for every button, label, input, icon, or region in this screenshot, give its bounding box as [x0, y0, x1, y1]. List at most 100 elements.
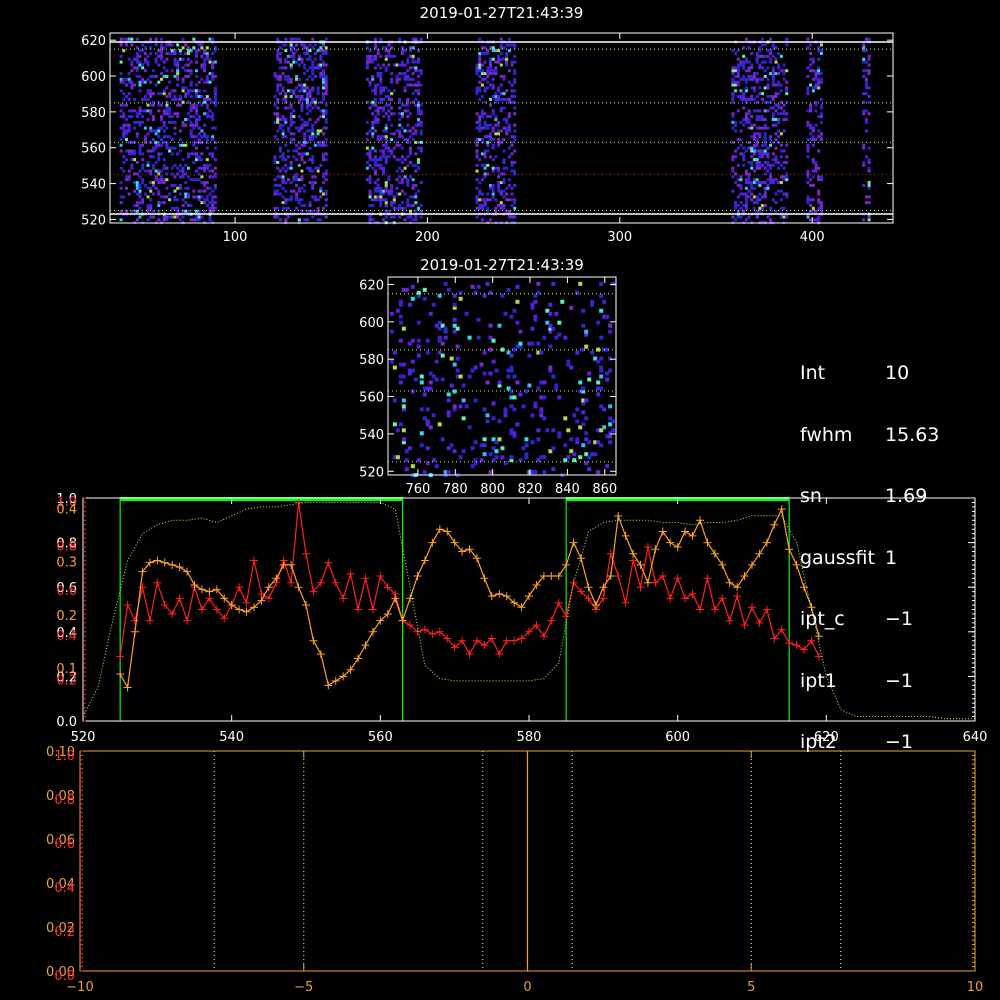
heatmap-pixel	[575, 407, 580, 412]
heatmap-pixel	[138, 201, 142, 205]
heatmap-pixel	[536, 341, 541, 346]
heatmap-pixel	[324, 158, 328, 162]
heatmap-pixel	[806, 215, 810, 219]
heatmap-pixel	[208, 80, 212, 84]
heatmap-pixel	[213, 183, 217, 187]
heatmap-pixel	[779, 132, 783, 136]
heatmap-pixel	[747, 112, 751, 116]
heatmap-pixel	[368, 60, 372, 64]
heatmap-pixel	[181, 169, 185, 173]
heatmap-pixel	[316, 106, 320, 110]
heatmap-pixel	[186, 46, 190, 50]
heatmap-pixel	[398, 63, 402, 67]
heatmap-pixel	[414, 89, 418, 93]
heatmap-pixel	[763, 192, 767, 196]
heatmap-pixel	[395, 63, 399, 67]
heatmap-pixel	[297, 95, 301, 99]
heatmap-pixel	[862, 160, 866, 164]
heatmap-pixel	[390, 204, 394, 207]
heatmap-pixel	[151, 166, 155, 170]
heatmap-pixel	[130, 69, 134, 73]
orange-data-point	[614, 511, 623, 520]
heatmap-pixel	[811, 69, 815, 73]
heatmap-pixel	[744, 192, 748, 196]
heatmap-pixel	[811, 169, 815, 173]
heatmap-pixel	[458, 404, 463, 409]
heatmap-pixel	[747, 97, 751, 101]
heatmap-pixel	[806, 66, 810, 70]
heatmap-pixel	[286, 206, 290, 210]
heatmap-pixel	[211, 155, 215, 159]
heatmap-pixel	[398, 320, 403, 325]
heatmap-pixel	[289, 89, 293, 93]
heatmap-pixel	[195, 178, 199, 182]
heatmap-pixel	[742, 92, 746, 96]
heatmap-pixel	[428, 380, 433, 385]
heatmap-pixel	[149, 37, 153, 41]
heatmap-pixel	[305, 57, 309, 61]
heatmap-pixel	[143, 95, 147, 99]
heatmap-pixel	[408, 66, 412, 70]
heatmap-pixel	[125, 103, 129, 107]
heatmap-pixel	[736, 80, 740, 84]
heatmap-pixel	[452, 389, 457, 394]
heatmap-pixel	[382, 135, 386, 139]
heatmap-pixel	[734, 66, 738, 70]
heatmap-pixel	[138, 54, 142, 58]
heatmap-pixel	[379, 135, 383, 139]
heatmap-pixel	[365, 152, 369, 156]
heatmap-pixel	[417, 112, 421, 116]
heatmap-pixel	[384, 189, 388, 193]
heatmap-pixel	[785, 178, 789, 182]
heatmap-pixel	[371, 54, 375, 58]
heatmap-pixel	[195, 169, 199, 173]
heatmap-pixel	[750, 63, 754, 67]
heatmap-pixel	[458, 374, 463, 379]
heatmap-pixel	[376, 138, 380, 142]
heatmap-pixel	[867, 169, 871, 173]
heatmap-pixel	[192, 106, 196, 110]
heatmap-pixel	[406, 97, 410, 101]
heatmap-pixel	[452, 404, 457, 409]
heatmap-pixel	[162, 46, 166, 50]
heatmap-pixel	[186, 117, 190, 121]
heatmap-pixel	[486, 74, 490, 78]
heatmap-pixel	[475, 201, 479, 205]
heatmap-pixel	[143, 97, 147, 101]
orange-data-point	[413, 572, 422, 581]
heatmap-pixel	[138, 123, 142, 127]
heatmap-pixel	[744, 86, 748, 90]
heatmap-pixel	[761, 195, 765, 199]
heatmap-pixel	[168, 149, 172, 153]
heatmap-pixel	[125, 178, 129, 182]
heatmap-pixel	[138, 89, 142, 93]
heatmap-pixel	[518, 341, 523, 346]
heatmap-pixel	[406, 129, 410, 133]
heatmap-pixel	[408, 215, 412, 219]
heatmap-pixel	[173, 146, 177, 150]
heatmap-pixel	[384, 54, 388, 58]
heatmap-pixel	[390, 192, 394, 196]
heatmap-pixel	[392, 63, 396, 67]
heatmap-pixel	[181, 175, 185, 179]
heatmap-pixel	[400, 115, 404, 119]
heatmap-pixel	[200, 95, 204, 99]
heatmap-pixel	[184, 123, 188, 127]
heatmap-pixel	[817, 149, 821, 153]
heatmap-pixel	[368, 83, 372, 87]
heatmap-pixel	[488, 470, 493, 475]
heatmap-pixel	[755, 115, 759, 119]
orange-data-point	[294, 583, 303, 592]
heatmap-pixel	[806, 74, 810, 78]
heatmap-pixel	[384, 143, 388, 147]
heatmap-pixel	[176, 83, 180, 87]
heatmap-pixel	[284, 181, 288, 185]
heatmap-pixel	[382, 97, 386, 101]
heatmap-pixel	[480, 152, 484, 156]
heatmap-pixel	[736, 74, 740, 78]
heatmap-pixel	[867, 54, 871, 58]
heatmap-pixel	[305, 166, 309, 170]
heatmap-pixel	[186, 152, 190, 156]
heatmap-pixel	[542, 395, 547, 400]
heatmap-pixel	[181, 86, 185, 90]
